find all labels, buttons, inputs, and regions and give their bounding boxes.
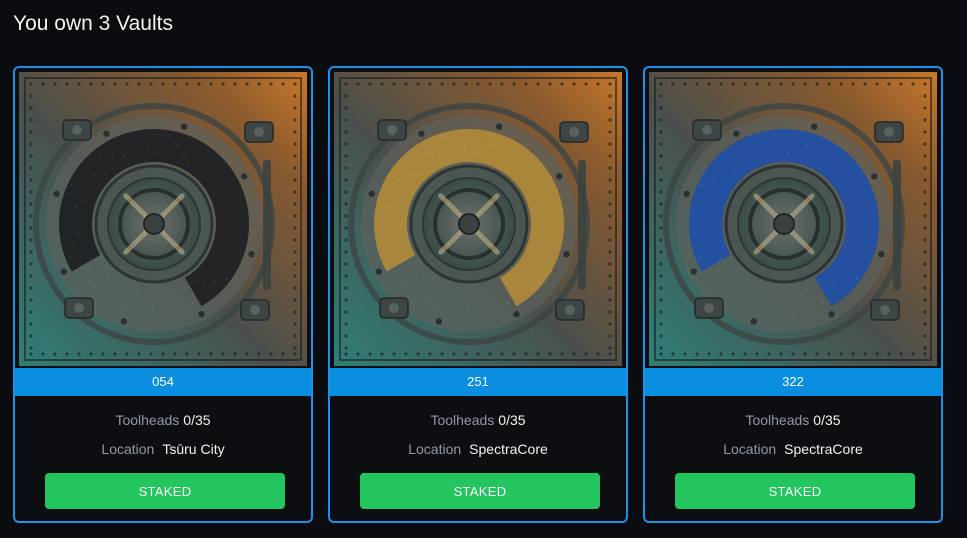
vault-card[interactable]: 054 Toolheads 0/35 Location Tsūru City STA…	[13, 66, 313, 523]
toolheads-row: Toolheads 0/35	[15, 412, 311, 428]
staked-button[interactable]: STAKED	[45, 473, 285, 509]
vault-id: 054	[15, 368, 311, 396]
location-value: SpectraCore	[469, 441, 548, 457]
toolheads-label: Toolheads	[745, 412, 810, 428]
vault-card-list: 054 Toolheads 0/35 Location Tsūru City STA…	[13, 66, 943, 523]
vault-card[interactable]: 251 Toolheads 0/35 Location SpectraCore ST…	[328, 66, 628, 523]
vault-door-illustration	[649, 72, 937, 366]
vault-id: 322	[645, 368, 941, 396]
page-title: You own 3 Vaults	[13, 12, 173, 35]
vault-image[interactable]	[649, 72, 937, 366]
toolheads-row: Toolheads 0/35	[330, 412, 626, 428]
staked-button[interactable]: STAKED	[675, 473, 915, 509]
staked-button[interactable]: STAKED	[360, 473, 600, 509]
vault-id: 251	[330, 368, 626, 396]
vault-door-illustration	[19, 72, 307, 366]
location-label: Location	[101, 441, 155, 457]
location-label: Location	[408, 441, 462, 457]
location-row: Location SpectraCore	[330, 441, 626, 457]
location-row: Location SpectraCore	[645, 441, 941, 457]
location-row: Location Tsūru City	[15, 441, 311, 457]
toolheads-value: 0/35	[498, 412, 526, 428]
vault-image[interactable]	[334, 72, 622, 366]
location-value: SpectraCore	[784, 441, 863, 457]
toolheads-label: Toolheads	[115, 412, 180, 428]
location-value: Tsūru City	[162, 441, 225, 457]
vault-image[interactable]	[19, 72, 307, 366]
toolheads-row: Toolheads 0/35	[645, 412, 941, 428]
vault-card[interactable]: 322 Toolheads 0/35 Location SpectraCore ST…	[643, 66, 943, 523]
toolheads-value: 0/35	[183, 412, 211, 428]
toolheads-value: 0/35	[813, 412, 841, 428]
location-label: Location	[723, 441, 777, 457]
vault-door-illustration	[334, 72, 622, 366]
toolheads-label: Toolheads	[430, 412, 495, 428]
